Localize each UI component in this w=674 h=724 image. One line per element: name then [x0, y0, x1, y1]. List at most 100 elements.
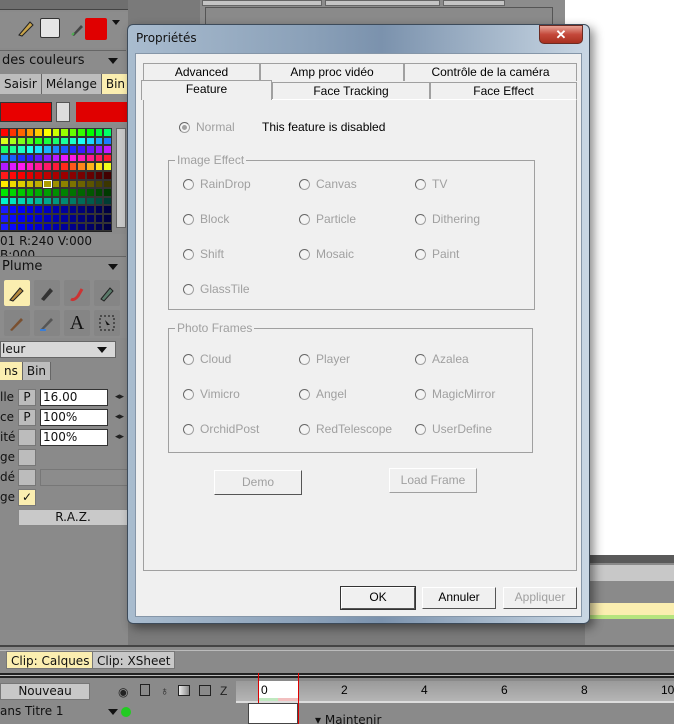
palette-swatch[interactable]	[34, 145, 43, 154]
tab-camera-control[interactable]: Contrôle de la caméra	[404, 63, 577, 81]
radio-option[interactable]: Shift	[183, 247, 224, 261]
radio-option[interactable]: Paint	[415, 247, 459, 261]
watercolor-icon[interactable]	[34, 310, 60, 336]
palette-swatch[interactable]	[25, 145, 35, 154]
palette-swatch[interactable]	[8, 136, 18, 146]
spinner-icon[interactable]: ◂▸	[115, 392, 124, 402]
palette-swatch[interactable]	[17, 196, 26, 206]
palette-swatch[interactable]	[85, 162, 95, 171]
spinner-icon[interactable]: ◂▸	[115, 412, 124, 422]
palette-swatch[interactable]	[0, 179, 9, 189]
palette-swatch[interactable]	[103, 153, 112, 163]
palette-swatch[interactable]	[25, 153, 35, 163]
brush-icon[interactable]	[4, 310, 30, 336]
palette-swatch[interactable]	[77, 179, 86, 189]
palette-swatch[interactable]	[85, 153, 95, 163]
palette-swatch[interactable]	[0, 136, 9, 146]
palette-swatch[interactable]	[8, 213, 18, 223]
palette-scrollbar[interactable]	[116, 128, 126, 228]
palette-swatch[interactable]	[34, 196, 43, 206]
palette-swatch[interactable]	[8, 222, 18, 232]
palette-swatch[interactable]	[0, 222, 9, 232]
palette-swatch[interactable]	[94, 179, 104, 189]
palette-swatch[interactable]	[8, 179, 18, 189]
tab-clip-calques[interactable]: Clip: Calques	[6, 651, 95, 669]
checkmark-icon[interactable]: ✓	[18, 489, 36, 506]
palette-swatch[interactable]	[68, 136, 78, 146]
palette-swatch[interactable]	[51, 222, 61, 232]
cancel-button[interactable]: Annuler	[422, 587, 496, 609]
palette-swatch[interactable]	[103, 145, 112, 154]
palette-swatch[interactable]	[17, 213, 26, 223]
tool-section-header[interactable]: Plume	[0, 256, 126, 278]
palette-swatch[interactable]	[51, 145, 61, 154]
palette-swatch[interactable]	[77, 222, 86, 232]
radio-option[interactable]: Angel	[299, 387, 347, 401]
palette-swatch[interactable]	[42, 222, 52, 232]
palette-swatch[interactable]	[94, 136, 104, 146]
palette-swatch[interactable]	[25, 205, 35, 214]
palette-swatch[interactable]	[51, 205, 61, 214]
radio-option[interactable]: RainDrop	[183, 177, 251, 191]
palette-swatch[interactable]	[17, 188, 26, 197]
palette-swatch[interactable]	[34, 205, 43, 214]
palette-swatch[interactable]	[77, 205, 86, 214]
primary-color-swatch[interactable]	[0, 102, 52, 122]
palette-swatch[interactable]	[94, 222, 104, 232]
close-icon[interactable]: ✕	[539, 25, 583, 44]
palette-swatch[interactable]	[34, 153, 43, 163]
palette-swatch[interactable]	[17, 136, 26, 146]
radio-option[interactable]: GlassTile	[183, 282, 250, 296]
new-layer-button[interactable]: Nouveau	[0, 683, 90, 700]
palette-swatch[interactable]	[0, 188, 9, 197]
palette-swatch[interactable]	[94, 205, 104, 214]
palette-swatch[interactable]	[77, 136, 86, 146]
palette-swatch[interactable]	[17, 179, 26, 189]
palette-swatch[interactable]	[17, 205, 26, 214]
palette-swatch[interactable]	[60, 128, 69, 137]
palette-swatch[interactable]	[103, 188, 112, 197]
palette-swatch[interactable]	[17, 162, 26, 171]
palette-swatch[interactable]	[77, 162, 86, 171]
tab-face-tracking[interactable]: Face Tracking	[272, 82, 430, 100]
palette-swatch[interactable]	[68, 170, 78, 180]
palette-swatch[interactable]	[42, 205, 52, 214]
palette-swatch[interactable]	[8, 170, 18, 180]
radio-option[interactable]: TV	[415, 177, 447, 191]
palette-swatch[interactable]	[42, 213, 52, 223]
radio-option[interactable]: Cloud	[183, 352, 231, 366]
palette-swatch[interactable]	[51, 170, 61, 180]
palette-swatch[interactable]	[25, 222, 35, 232]
tab-face-effect[interactable]: Face Effect	[430, 82, 577, 100]
palette-swatch[interactable]	[77, 188, 86, 197]
apply-button[interactable]: Appliquer	[503, 587, 577, 609]
lock-icon[interactable]	[140, 684, 150, 696]
palette-swatch[interactable]	[0, 170, 9, 180]
palette-swatch[interactable]	[0, 162, 9, 171]
radio-option[interactable]: MagicMirror	[415, 387, 495, 401]
radio-option[interactable]: Mosaic	[299, 247, 354, 261]
palette-swatch[interactable]	[60, 179, 69, 189]
palette-swatch[interactable]	[85, 188, 95, 197]
palette-swatch[interactable]	[94, 213, 104, 223]
gradient-icon[interactable]	[178, 685, 190, 696]
palette-swatch[interactable]	[103, 136, 112, 146]
palette-swatch[interactable]	[60, 222, 69, 232]
palette-swatch[interactable]	[34, 188, 43, 197]
palette-swatch[interactable]	[103, 162, 112, 171]
tab-saisir[interactable]: Saisir	[0, 74, 42, 94]
visibility-icon[interactable]: ◉	[118, 685, 128, 699]
palette-swatch[interactable]	[60, 145, 69, 154]
palette-swatch[interactable]	[68, 128, 78, 137]
palette-swatch[interactable]	[34, 213, 43, 223]
palette-swatch[interactable]	[60, 196, 69, 206]
palette-swatch[interactable]	[0, 128, 9, 137]
radio-option[interactable]: UserDefine	[415, 422, 492, 436]
marker-icon[interactable]	[34, 280, 60, 306]
palette-swatch[interactable]	[8, 153, 18, 163]
palette-swatch[interactable]	[77, 153, 86, 163]
secondary-color-swatch[interactable]	[76, 102, 128, 122]
palette-swatch[interactable]	[68, 205, 78, 214]
airbrush-icon[interactable]	[64, 280, 90, 306]
palette-swatch[interactable]	[94, 145, 104, 154]
